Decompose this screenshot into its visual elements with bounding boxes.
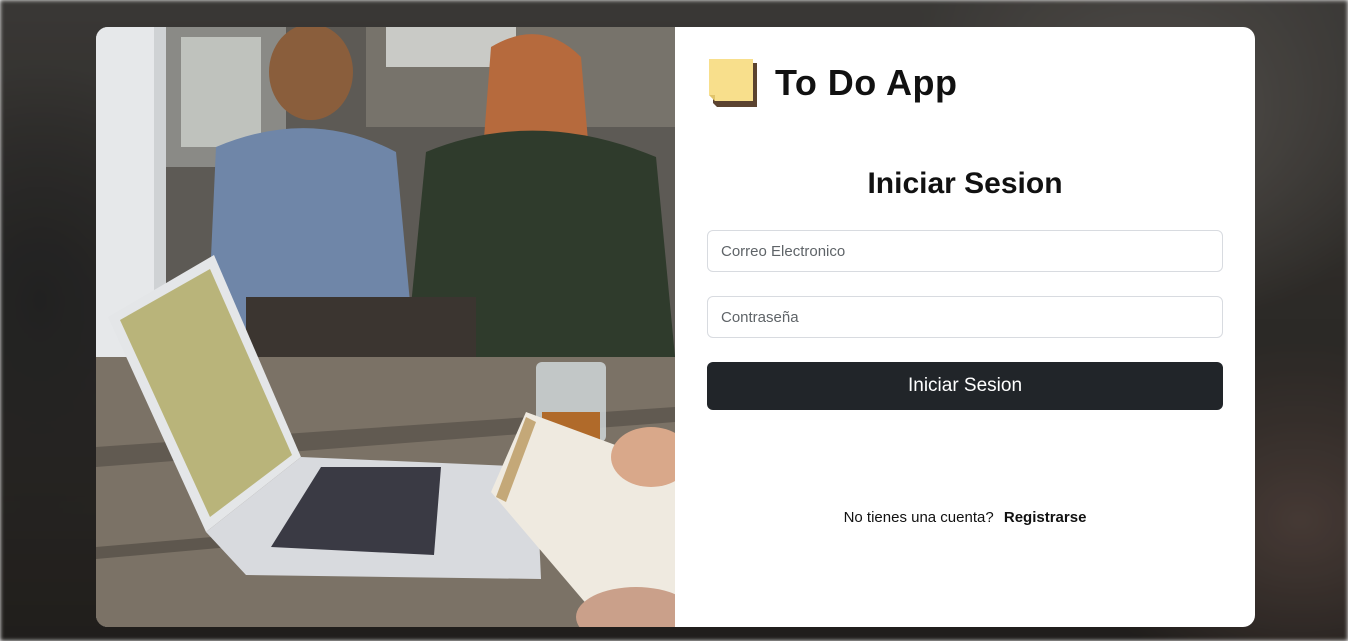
login-panel: To Do App Iniciar Sesion Iniciar Sesion …	[675, 27, 1255, 627]
login-heading: Iniciar Sesion	[867, 167, 1063, 200]
sticky-note-icon	[709, 59, 757, 107]
office-laptop-illustration	[96, 27, 675, 627]
hero-photo	[96, 27, 675, 627]
register-prompt: No tienes una cuenta? Registrarse	[707, 509, 1223, 526]
register-prompt-text: No tienes una cuenta?	[843, 509, 994, 526]
password-input[interactable]	[707, 296, 1223, 338]
register-link[interactable]: Registrarse	[1004, 509, 1087, 526]
app-title: To Do App	[775, 62, 958, 103]
login-card: To Do App Iniciar Sesion Iniciar Sesion …	[96, 27, 1255, 627]
email-input[interactable]	[707, 230, 1223, 272]
login-button[interactable]: Iniciar Sesion	[707, 362, 1223, 410]
app-brand: To Do App	[707, 57, 957, 109]
